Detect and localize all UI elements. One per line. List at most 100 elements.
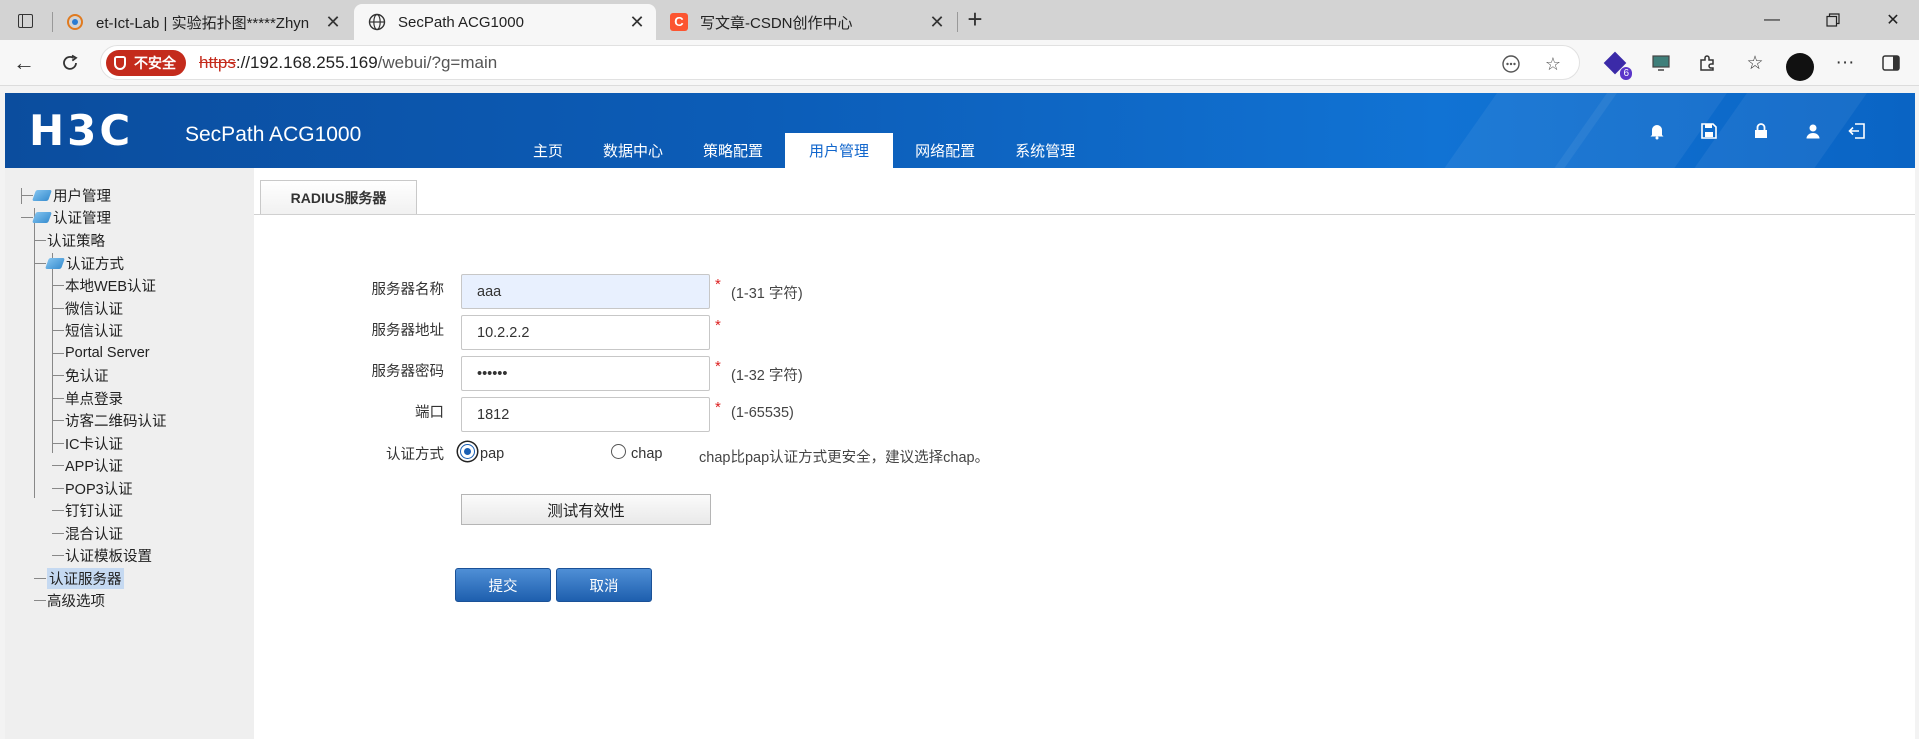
tab-title: 写文章-CSDN创作中心 <box>700 14 853 32</box>
auth-method-label: 认证方式 <box>386 447 444 463</box>
tree-node-auth-method[interactable]: 认证方式 <box>34 253 124 273</box>
server-password-hint: (1-32 字符) <box>731 368 803 384</box>
tree-node-portal-server[interactable]: Portal Server <box>52 343 150 363</box>
not-secure-badge[interactable]: 不安全 <box>106 50 186 76</box>
tree-node-advanced[interactable]: 高级选项 <box>34 590 105 610</box>
tab-separator <box>957 12 958 32</box>
url-path: /webui/?g=main <box>377 53 498 72</box>
tab-radius-server[interactable]: RADIUS服务器 <box>260 180 417 214</box>
tree-node-app-auth[interactable]: APP认证 <box>52 455 123 475</box>
folder-open-icon <box>44 257 66 269</box>
logout-icon[interactable] <box>1845 119 1869 143</box>
chap-radio-label[interactable]: chap <box>631 446 662 462</box>
close-tab-icon[interactable]: ✕ <box>322 12 344 33</box>
submit-button[interactable]: 提交 <box>455 568 551 602</box>
server-address-input[interactable]: 10.2.2.2 <box>461 315 710 350</box>
new-tab-icon[interactable]: + <box>962 6 988 34</box>
tree-node-auth-template[interactable]: 认证模板设置 <box>52 545 152 565</box>
restore-icon[interactable] <box>1810 6 1856 34</box>
nav-home[interactable]: 主页 <box>515 133 581 168</box>
close-tab-icon[interactable]: ✕ <box>626 12 648 33</box>
extensions-puzzle-icon[interactable] <box>1692 48 1722 78</box>
tree-node-dingtalk-auth[interactable]: 钉钉认证 <box>52 500 123 520</box>
user-icon[interactable] <box>1801 119 1825 143</box>
folder-open-icon <box>31 189 53 201</box>
tree-node-auth-policy[interactable]: 认证策略 <box>34 230 105 250</box>
favorites-icon[interactable]: ☆ <box>1740 48 1770 78</box>
lab-favicon-icon <box>66 13 84 31</box>
tree-node-ic-card-auth[interactable]: IC卡认证 <box>52 433 123 453</box>
folder-open-icon <box>31 211 53 223</box>
tree-node-guest-qr-auth[interactable]: 访客二维码认证 <box>52 410 167 430</box>
tree-node-sso[interactable]: 单点登录 <box>52 388 123 408</box>
tree-node-auth-management[interactable]: 认证管理 <box>21 207 111 227</box>
tab-secpath[interactable]: SecPath ACG1000 ✕ <box>354 4 656 40</box>
nav-network-config[interactable]: 网络配置 <box>897 133 993 168</box>
address-bar: ← 不安全 https://192.168.255.169/webui/?g=m… <box>0 40 1919 86</box>
favorite-star-icon[interactable]: ☆ <box>1541 52 1565 76</box>
tree-node-mixed-auth[interactable]: 混合认证 <box>52 523 123 543</box>
nav-system-management[interactable]: 系统管理 <box>997 133 1093 168</box>
reload-icon[interactable] <box>54 48 86 78</box>
app-header: H3C SecPath ACG1000 主页 数据中心 策略配置 用户管理 网络… <box>5 93 1915 168</box>
profile-avatar[interactable] <box>1786 53 1814 81</box>
bell-icon[interactable] <box>1645 119 1669 143</box>
save-icon[interactable] <box>1697 119 1721 143</box>
port-input[interactable]: 1812 <box>461 397 710 432</box>
more-menu-icon[interactable]: ··· <box>1830 48 1860 78</box>
url-host: ://192.168.255.169 <box>235 53 378 72</box>
required-mark: * <box>715 276 721 293</box>
nav-policy-config[interactable]: 策略配置 <box>685 133 781 168</box>
tree-node-pop3-auth[interactable]: POP3认证 <box>52 478 133 498</box>
read-aloud-icon[interactable] <box>1499 52 1523 76</box>
server-name-hint: (1-31 字符) <box>731 286 803 302</box>
lock-icon[interactable] <box>1749 119 1773 143</box>
back-icon[interactable]: ← <box>8 48 40 78</box>
server-password-label: 服务器密码 <box>371 364 445 380</box>
nav-data-center[interactable]: 数据中心 <box>585 133 681 168</box>
main-nav: 主页 数据中心 策略配置 用户管理 网络配置 系统管理 <box>515 133 1097 168</box>
server-name-input[interactable]: aaa <box>461 274 710 309</box>
tree-node-user-management[interactable]: 用户管理 <box>21 185 111 205</box>
tree-node-auth-server[interactable]: 认证服务器 <box>34 567 124 589</box>
chap-radio[interactable] <box>611 444 626 459</box>
server-password-input[interactable]: •••••• <box>461 356 710 391</box>
close-tab-icon[interactable]: ✕ <box>926 12 948 33</box>
not-secure-label: 不安全 <box>134 55 176 71</box>
tab-title: et-Ict-Lab | 实验拓扑图*****Zhyn <box>96 14 310 32</box>
server-address-label: 服务器地址 <box>371 323 445 339</box>
pap-radio[interactable] <box>460 444 475 459</box>
tree-node-no-auth[interactable]: 免认证 <box>52 365 109 385</box>
globe-icon <box>368 13 386 31</box>
url-field[interactable]: 不安全 https://192.168.255.169/webui/?g=mai… <box>100 45 1580 80</box>
product-name: SecPath ACG1000 <box>185 123 362 146</box>
tab-csdn[interactable]: C 写文章-CSDN创作中心 ✕ <box>656 4 956 40</box>
monitor-icon[interactable] <box>1646 48 1676 78</box>
url-text: https://192.168.255.169/webui/?g=main <box>199 53 497 73</box>
nav-user-management[interactable]: 用户管理 <box>785 133 894 168</box>
required-mark: * <box>715 358 721 375</box>
shield-warning-icon <box>114 56 126 70</box>
port-label: 端口 <box>415 405 444 421</box>
tree-node-wechat-auth[interactable]: 微信认证 <box>52 298 123 318</box>
auth-method-hint: chap比pap认证方式更安全，建议选择chap。 <box>699 450 990 466</box>
required-mark: * <box>715 317 721 334</box>
pap-radio-label[interactable]: pap <box>480 446 504 462</box>
sidebar-tree: 用户管理 认证管理 认证策略 认证方式 本地WEB认证 微信认证 短信认证 Po… <box>5 168 254 739</box>
close-window-icon[interactable]: ✕ <box>1870 6 1916 34</box>
cancel-button[interactable]: 取消 <box>556 568 652 602</box>
required-mark: * <box>715 399 721 416</box>
tree-node-local-web-auth[interactable]: 本地WEB认证 <box>52 275 156 295</box>
extension-cube-icon[interactable]: 6 <box>1600 48 1632 80</box>
tab-actions-icon[interactable] <box>12 9 38 33</box>
tab-divider <box>254 214 1915 215</box>
minimize-icon[interactable]: — <box>1749 6 1795 34</box>
tab-title: SecPath ACG1000 <box>398 13 524 31</box>
url-scheme: https <box>199 53 236 72</box>
tree-node-sms-auth[interactable]: 短信认证 <box>52 320 123 340</box>
sidebar-toggle-icon[interactable] <box>1876 48 1906 78</box>
browser-tab-strip: et-Ict-Lab | 实验拓扑图*****Zhyn ✕ SecPath AC… <box>0 0 1919 40</box>
tab-et-ict-lab[interactable]: et-Ict-Lab | 实验拓扑图*****Zhyn ✕ <box>52 4 352 40</box>
test-validity-button[interactable]: 测试有效性 <box>461 494 711 525</box>
main-content: RADIUS服务器 服务器名称 aaa * (1-31 字符) 服务器地址 10… <box>254 168 1915 739</box>
